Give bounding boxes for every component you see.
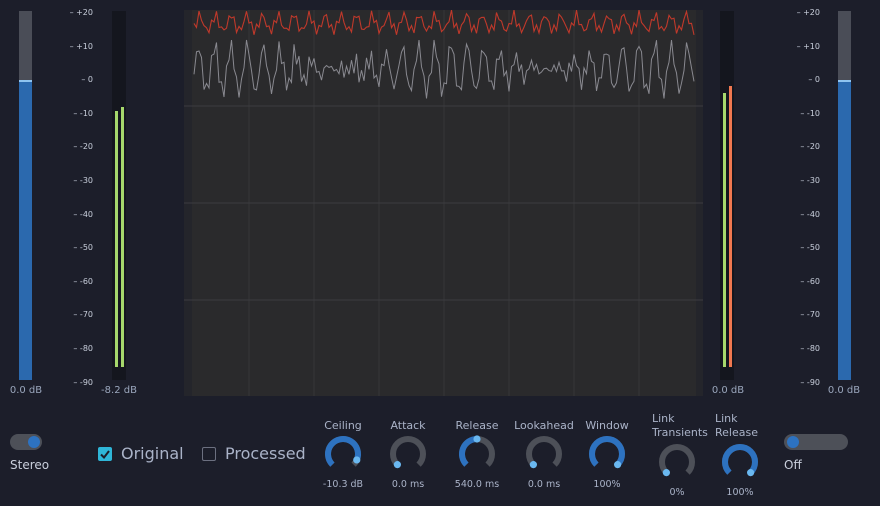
link-release-label: Link Release xyxy=(715,412,758,439)
ceiling-label: Ceiling xyxy=(324,419,362,432)
off-toggle-knob xyxy=(787,436,799,448)
attack-knob-track xyxy=(390,436,426,467)
processed-checkbox[interactable] xyxy=(202,447,216,461)
db-tick-r-4: – -20 xyxy=(800,142,820,152)
window-label: Window xyxy=(585,419,629,432)
window-knob-value-arc xyxy=(589,436,625,467)
input-gain-handle[interactable] xyxy=(19,80,32,83)
db-tick-l-4: – -20 xyxy=(73,142,93,152)
db-tick-r-2: – 0 xyxy=(808,75,820,85)
release-knob-indicator xyxy=(473,435,481,443)
db-tick-l-0: – +20 xyxy=(69,8,93,17)
window-knob[interactable] xyxy=(587,434,627,474)
ceiling-value: -10.3 dB xyxy=(322,479,364,490)
attack-knob-indicator xyxy=(393,461,401,469)
input-meter-bar-0 xyxy=(115,110,118,367)
stereo-toggle-knob xyxy=(28,436,40,448)
db-tick-r-9: – -70 xyxy=(800,310,820,320)
lookahead-label: Lookahead xyxy=(514,419,574,432)
checkmark-icon xyxy=(100,450,110,460)
input-level-meter xyxy=(112,11,126,380)
original-checkbox[interactable] xyxy=(98,447,112,461)
output-meter-value: 0.0 dB xyxy=(711,385,745,396)
input-meter-bar-1 xyxy=(121,107,124,367)
release-knob-value-arc xyxy=(459,436,478,467)
left-db-scale: – +20 – +10 – 0 – -10 – -20 – -30 – -40 – -50 – … xyxy=(63,8,93,387)
processed-label[interactable]: Processed xyxy=(225,444,306,463)
release-knob[interactable] xyxy=(457,434,497,474)
lookahead-knob-indicator xyxy=(529,461,537,469)
stereo-label: Stereo xyxy=(10,458,50,472)
db-tick-l-7: – -50 xyxy=(73,243,93,253)
window-value: 100% xyxy=(593,479,621,490)
input-gain-fader[interactable] xyxy=(19,11,32,380)
attack-label: Attack xyxy=(390,419,426,432)
output-gain-fader[interactable] xyxy=(838,11,851,380)
link-transients-label: Link Transients xyxy=(652,412,708,439)
link-release-knob[interactable] xyxy=(720,442,760,482)
link-release-knob-indicator xyxy=(747,469,755,477)
db-tick-r-0: – +20 xyxy=(796,8,820,17)
link-transients-knob[interactable] xyxy=(657,442,697,482)
off-label: Off xyxy=(784,458,802,472)
db-tick-r-10: – -80 xyxy=(800,344,820,353)
link-release-knob-value-arc xyxy=(722,444,758,475)
input-meter-value: -8.2 dB xyxy=(101,385,137,396)
stereo-toggle[interactable] xyxy=(10,434,42,450)
output-meter-bar-1 xyxy=(729,85,732,367)
db-tick-l-10: – -80 xyxy=(73,344,93,353)
db-tick-l-2: – 0 xyxy=(81,75,93,85)
window-knob-indicator xyxy=(614,461,622,469)
link-release-value: 100% xyxy=(726,487,754,498)
input-gain-value: 0.0 dB xyxy=(9,385,43,396)
right-db-scale: – +20 – +10 – 0 – -10 – -20 – -30 – -40 – -50 – … xyxy=(790,8,820,387)
ceiling-knob-indicator xyxy=(353,456,361,464)
db-tick-l-5: – -30 xyxy=(73,176,93,185)
db-tick-r-1: – +10 xyxy=(796,41,820,51)
output-gain-fill xyxy=(838,81,851,380)
db-tick-l-8: – -60 xyxy=(73,276,93,286)
output-gain-handle[interactable] xyxy=(838,80,851,83)
lookahead-knob[interactable] xyxy=(524,434,564,474)
original-label[interactable]: Original xyxy=(121,444,184,463)
off-toggle[interactable] xyxy=(784,434,848,450)
input-gain-fill xyxy=(19,81,32,380)
db-tick-r-6: – -40 xyxy=(800,209,820,219)
link-transients-knob-indicator xyxy=(662,469,670,477)
db-tick-l-1: – +10 xyxy=(69,41,93,51)
db-tick-l-6: – -40 xyxy=(73,209,93,219)
attack-value: 0.0 ms xyxy=(391,479,425,490)
lookahead-value: 0.0 ms xyxy=(527,479,561,490)
waveform-display xyxy=(184,10,703,396)
output-meter-bar-0 xyxy=(723,92,726,367)
db-tick-r-5: – -30 xyxy=(800,176,820,185)
ceiling-knob[interactable] xyxy=(323,434,363,474)
lookahead-knob-track xyxy=(526,436,562,467)
release-value: 540.0 ms xyxy=(454,479,500,490)
release-label: Release xyxy=(455,419,499,432)
link-transients-knob-track xyxy=(659,444,695,475)
link-transients-value: 0% xyxy=(669,487,685,498)
db-tick-l-3: – -10 xyxy=(73,108,93,118)
db-tick-r-3: – -10 xyxy=(800,108,820,118)
db-tick-r-8: – -60 xyxy=(800,276,820,286)
output-gain-value: 0.0 dB xyxy=(827,385,861,396)
db-tick-l-9: – -70 xyxy=(73,310,93,320)
output-level-meter xyxy=(720,11,734,380)
db-tick-r-7: – -50 xyxy=(800,243,820,253)
attack-knob[interactable] xyxy=(388,434,428,474)
